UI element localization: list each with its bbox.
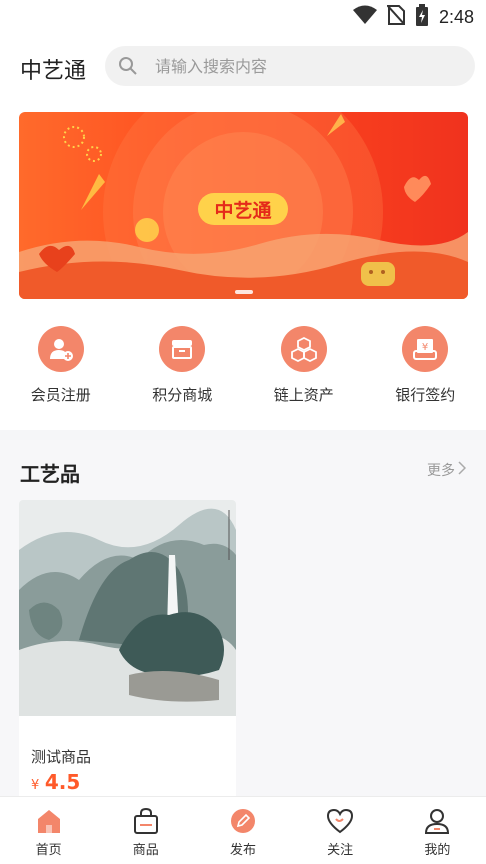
points-mall-icon	[159, 326, 206, 372]
app-title: 中艺通	[20, 59, 87, 84]
tab-bar: 首页 商品 发布 关注 我的	[0, 796, 486, 864]
tab-home[interactable]: 首页	[0, 797, 97, 864]
quick-item-points-mall[interactable]: 积分商城	[122, 304, 244, 430]
tab-label: 发布	[229, 843, 256, 858]
home-icon	[33, 805, 65, 837]
tab-mine[interactable]: 我的	[389, 797, 486, 864]
product-name: 测试商品	[31, 748, 92, 766]
battery-icon	[415, 4, 429, 30]
banner-logo: 中艺通	[198, 193, 288, 225]
quick-menu: 会员注册 积分商城 链上资产 ¥ 银行签约	[0, 304, 486, 430]
search-input[interactable]	[155, 56, 435, 76]
search-icon	[117, 55, 139, 77]
tab-label: 首页	[35, 843, 62, 858]
banner-indicator	[235, 290, 253, 294]
search-box[interactable]	[105, 46, 475, 86]
tab-follow[interactable]: 关注	[292, 797, 389, 864]
price-value: 4.5	[44, 770, 81, 794]
product-price: ¥ 4.5	[31, 770, 80, 794]
quick-label: 积分商城	[152, 386, 213, 404]
header: 中艺通	[0, 34, 486, 104]
heart-icon	[324, 805, 356, 837]
tab-label: 我的	[424, 843, 451, 858]
crafts-section: 工艺品 更多 测试商品 ¥ 4.5	[0, 440, 486, 800]
quick-item-member-register[interactable]: 会员注册	[0, 304, 122, 430]
chain-assets-icon	[280, 326, 327, 372]
quick-label: 银行签约	[395, 386, 456, 404]
bank-sign-icon: ¥	[402, 326, 449, 372]
no-sim-icon	[386, 4, 406, 29]
profile-icon	[421, 805, 453, 837]
status-time: 2:48	[438, 6, 474, 27]
member-register-icon	[37, 326, 84, 372]
status-bar: 2:48	[0, 0, 486, 34]
tab-label: 商品	[132, 843, 159, 858]
promo-banner[interactable]: 中艺通	[19, 112, 468, 299]
tab-label: 关注	[327, 843, 354, 858]
more-link[interactable]: 更多	[427, 460, 467, 480]
wifi-icon	[352, 5, 377, 29]
product-image	[19, 500, 236, 716]
quick-item-chain-assets[interactable]: 链上资产	[243, 304, 365, 430]
tab-products[interactable]: 商品	[97, 797, 194, 864]
quick-label: 会员注册	[30, 386, 91, 404]
quick-item-bank-sign[interactable]: ¥ 银行签约	[365, 304, 486, 430]
quick-label: 链上资产	[273, 386, 334, 404]
tab-publish[interactable]: 发布	[194, 797, 291, 864]
publish-icon	[227, 805, 259, 837]
chevron-right-icon	[458, 461, 467, 479]
shopping-bag-icon	[130, 805, 162, 837]
price-currency: ¥	[31, 778, 40, 793]
more-label: 更多	[427, 463, 455, 479]
banner-area: 中艺通	[0, 104, 486, 304]
section-title: 工艺品	[20, 462, 80, 486]
product-card[interactable]: 测试商品 ¥ 4.5	[19, 500, 236, 800]
